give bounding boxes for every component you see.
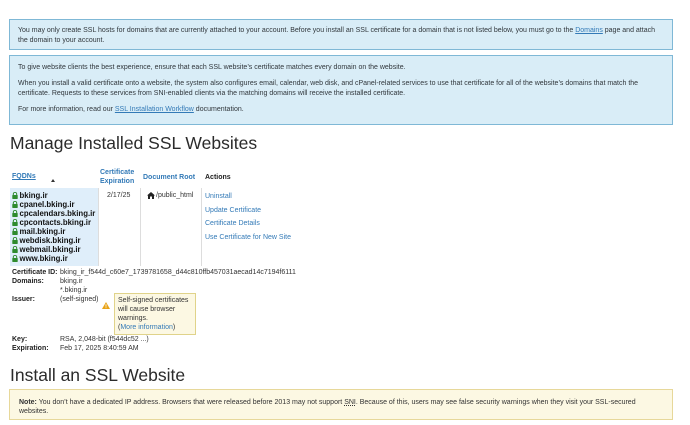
certificate-expiration: 2/17/25 bbox=[107, 192, 131, 199]
certificate-id-value: bking_ir_f544d_c60e7_1739781658_d44c810f… bbox=[60, 269, 296, 276]
page-title-install: Install an SSL Website bbox=[10, 365, 186, 385]
tooltip-text: Self-signed certificates will cause brow… bbox=[118, 297, 189, 322]
lock-icon bbox=[12, 219, 18, 226]
column-divider bbox=[140, 188, 141, 266]
certificate-details-link[interactable]: Certificate Details bbox=[205, 220, 260, 227]
info-paragraph-3: For more information, read our SSL Insta… bbox=[18, 106, 244, 113]
warning-icon bbox=[102, 296, 110, 309]
fqdn-label: webmail.bking.ir bbox=[19, 245, 81, 254]
issuer-value: (self-signed) bbox=[60, 296, 99, 303]
fqdn-item: cpcontacts.bking.ir bbox=[12, 218, 91, 227]
key-label: Key: bbox=[12, 336, 28, 343]
fqdn-label: cpcalendars.bking.ir bbox=[19, 209, 96, 218]
document-root-path: /public_html bbox=[156, 192, 194, 199]
domains-label: Domains: bbox=[12, 278, 44, 285]
column-divider bbox=[98, 188, 99, 266]
fqdn-item: www.bking.ir bbox=[12, 254, 68, 263]
note-label: Note: bbox=[19, 399, 37, 406]
info-paragraph-1: To give website clients the best experie… bbox=[18, 64, 406, 71]
lock-icon bbox=[12, 255, 18, 262]
lock-icon bbox=[12, 228, 18, 235]
sni-abbr: SNI bbox=[344, 399, 356, 406]
fqdn-item: bking.ir bbox=[12, 191, 48, 200]
key-value: RSA, 2,048-bit (f544dc52 ...) bbox=[60, 336, 149, 343]
ssl-info-alert: To give website clients the best experie… bbox=[9, 55, 673, 125]
actions-header: Actions bbox=[205, 174, 231, 181]
issuer-label: Issuer: bbox=[12, 296, 35, 303]
fqdn-label: bking.ir bbox=[19, 191, 48, 200]
cert-expiration-header-line1[interactable]: Certificate bbox=[100, 169, 134, 178]
fqdn-label: cpcontacts.bking.ir bbox=[19, 218, 92, 227]
use-certificate-new-site-link[interactable]: Use Certificate for New Site bbox=[205, 234, 291, 241]
document-root: /public_html bbox=[147, 192, 193, 199]
lock-icon bbox=[12, 201, 18, 208]
home-icon bbox=[147, 192, 155, 199]
cert-expiration-header-line2[interactable]: Expiration bbox=[100, 178, 134, 187]
fqdn-item: webdisk.bking.ir bbox=[12, 236, 81, 245]
fqdn-item: cpanel.bking.ir bbox=[12, 200, 75, 209]
lock-icon bbox=[12, 237, 18, 244]
domain-value: bking.ir bbox=[60, 278, 83, 285]
domain-value: *.bking.ir bbox=[60, 287, 88, 294]
ssl-installation-workflow-link[interactable]: SSL Installation Workflow bbox=[115, 106, 194, 113]
expiration-label: Expiration: bbox=[12, 345, 49, 352]
sort-ascending-icon[interactable] bbox=[51, 179, 55, 182]
domain-restriction-alert: You may only create SSL hosts for domain… bbox=[9, 19, 673, 50]
fqdns-column-header[interactable]: FQDNs bbox=[12, 173, 36, 182]
fqdn-item: webmail.bking.ir bbox=[12, 245, 81, 254]
sni-note-alert: Note: You don’t have a dedicated IP addr… bbox=[9, 389, 673, 420]
lock-icon bbox=[12, 246, 18, 253]
fqdn-label: webdisk.bking.ir bbox=[19, 236, 81, 245]
certificate-id-label: Certificate ID: bbox=[12, 269, 58, 276]
lock-icon bbox=[12, 210, 18, 217]
fqdn-label: www.bking.ir bbox=[19, 254, 68, 263]
page-title-manage: Manage Installed SSL Websites bbox=[10, 133, 258, 153]
fqdn-label: mail.bking.ir bbox=[19, 227, 66, 236]
alert-text: You may only create SSL hosts for domain… bbox=[18, 27, 576, 34]
document-root-header[interactable]: Document Root bbox=[143, 174, 195, 183]
info-paragraph-2: When you install a valid certificate ont… bbox=[18, 80, 639, 97]
fqdn-item: mail.bking.ir bbox=[12, 227, 65, 236]
more-information-link[interactable]: More information bbox=[120, 324, 173, 331]
expiration-value: Feb 17, 2025 8:40:59 AM bbox=[60, 345, 139, 352]
domains-link[interactable]: Domains bbox=[575, 27, 603, 34]
lock-icon bbox=[12, 192, 18, 199]
fqdn-item: cpcalendars.bking.ir bbox=[12, 209, 95, 218]
uninstall-link[interactable]: Uninstall bbox=[205, 193, 232, 200]
fqdn-label: cpanel.bking.ir bbox=[19, 200, 75, 209]
column-divider bbox=[201, 188, 202, 266]
self-signed-warning-tooltip: Self-signed certificates will cause brow… bbox=[114, 293, 196, 335]
update-certificate-link[interactable]: Update Certificate bbox=[205, 207, 261, 214]
